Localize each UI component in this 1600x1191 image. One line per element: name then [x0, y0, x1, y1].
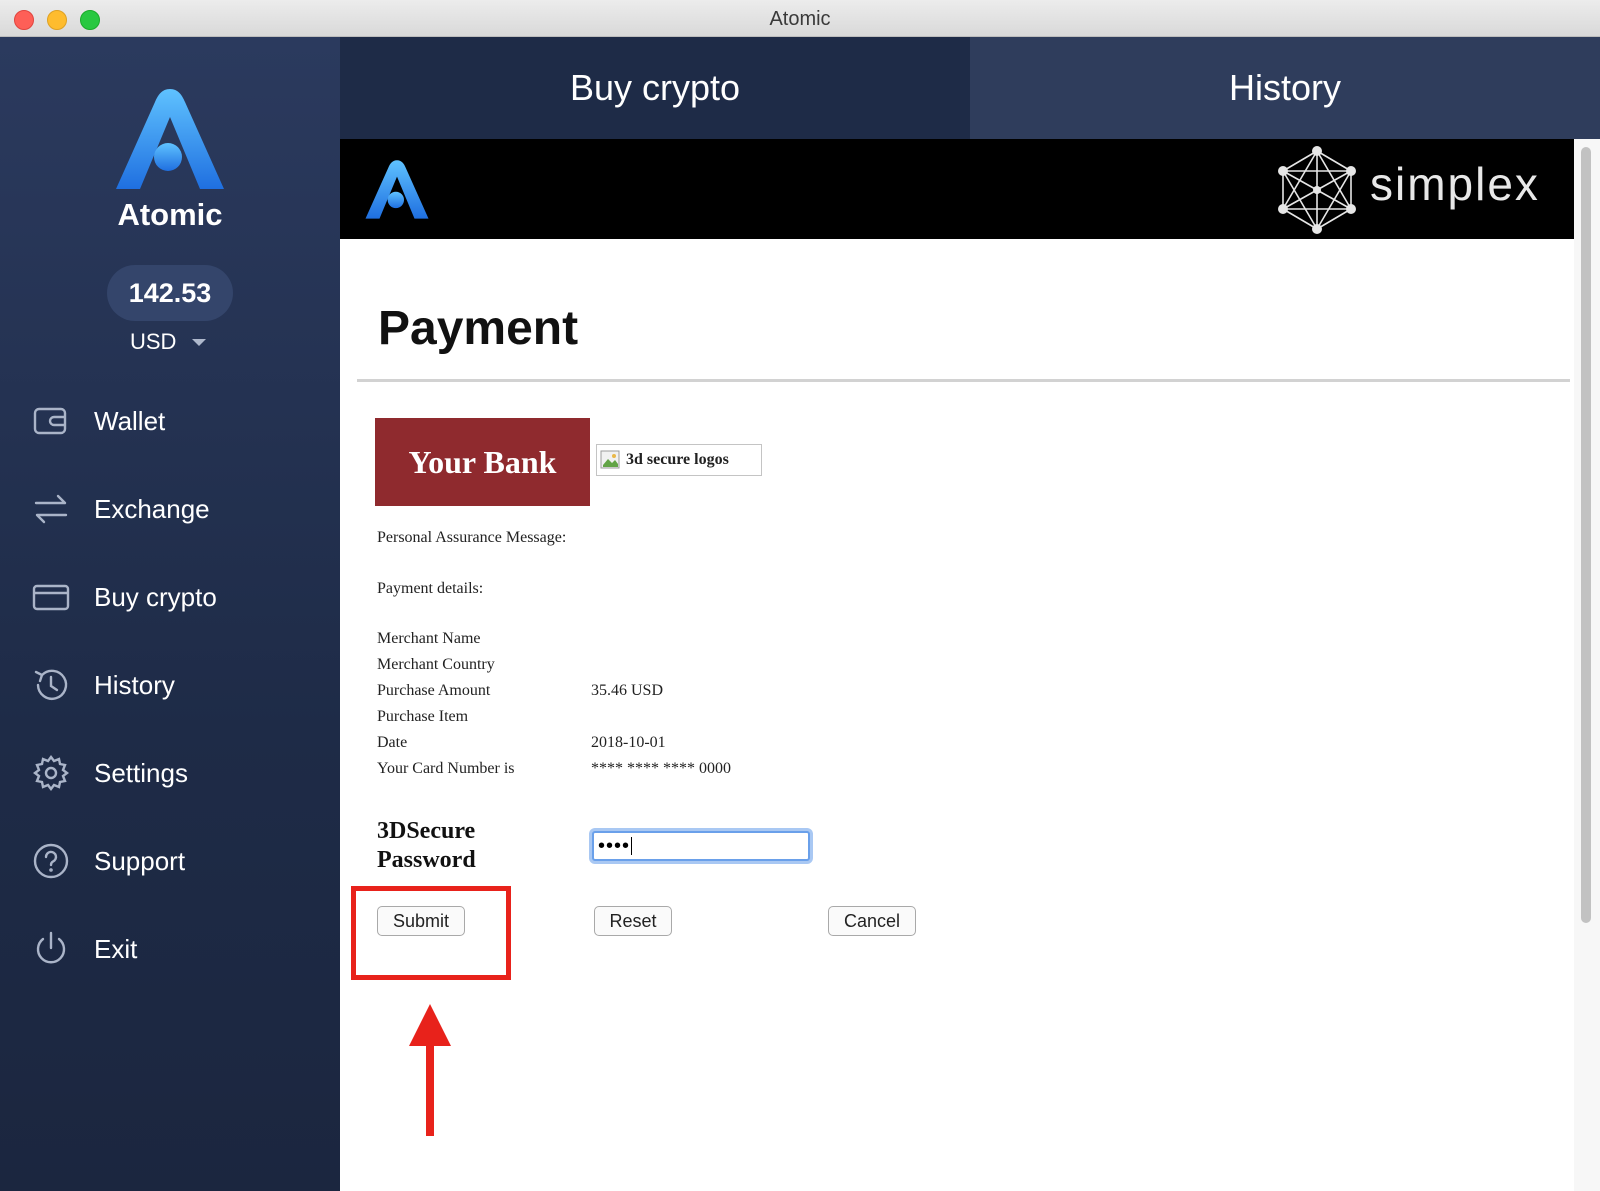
- password-label: 3DSecure Password: [377, 817, 476, 875]
- secure-logos-image: 3d secure logos: [596, 444, 762, 476]
- wallet-icon: [32, 402, 70, 440]
- history-icon: [32, 666, 70, 704]
- simplex-network-icon: [1272, 145, 1362, 235]
- sidebar-item-label: Exit: [94, 933, 138, 964]
- detail-value-card-number: **** **** **** 0000: [591, 760, 731, 777]
- sidebar-item-settings[interactable]: Settings: [0, 743, 340, 803]
- payment-details-label: Payment details:: [377, 580, 484, 597]
- scrollbar-thumb[interactable]: [1581, 147, 1591, 923]
- sidebar-item-history[interactable]: History: [0, 655, 340, 715]
- sidebar-item-exit[interactable]: Exit: [0, 919, 340, 979]
- annotation-arrow-up-icon: [407, 1004, 453, 1136]
- cancel-button[interactable]: Cancel: [828, 906, 916, 936]
- password-input[interactable]: ••••: [592, 831, 810, 861]
- currency-selector[interactable]: USD: [130, 327, 220, 357]
- currency-label: USD: [130, 329, 177, 354]
- password-label-line1: 3DSecure: [377, 818, 476, 844]
- broken-image-icon: [600, 450, 622, 470]
- sidebar-item-label: History: [94, 669, 175, 700]
- secure-logos-alt-text: 3d secure logos: [626, 451, 729, 468]
- atomic-logo-icon: [110, 85, 230, 195]
- sidebar: Atomic 142.53 USD Wallet Exchange Buy cr…: [0, 37, 340, 1191]
- tab-label: History: [1228, 67, 1341, 108]
- exchange-icon: [32, 490, 70, 528]
- sidebar-item-buy-crypto[interactable]: Buy crypto: [0, 567, 340, 627]
- text-cursor: [631, 837, 633, 855]
- gear-icon: [32, 754, 70, 792]
- page-title: Payment: [378, 302, 579, 355]
- sidebar-item-label: Wallet: [94, 405, 166, 436]
- sidebar-item-wallet[interactable]: Wallet: [0, 391, 340, 451]
- detail-value-purchase-amount: 35.46 USD: [591, 682, 664, 699]
- password-label-line2: Password: [377, 847, 476, 873]
- window-titlebar: Atomic: [0, 0, 1600, 37]
- password-value: ••••: [598, 834, 631, 857]
- tab-label: Buy crypto: [569, 67, 741, 108]
- reset-button[interactable]: Reset: [594, 906, 672, 936]
- divider: [357, 379, 1570, 382]
- payment-page: Payment Your Bank 3d secure logos Person…: [340, 239, 1574, 1191]
- bank-logo: Your Bank: [375, 418, 590, 506]
- detail-label-purchase-item: Purchase Item: [377, 708, 469, 725]
- annotation-highlight-box: [351, 886, 511, 980]
- pam-label: Personal Assurance Message:: [377, 529, 567, 546]
- tab-history[interactable]: History: [970, 37, 1600, 139]
- detail-label-purchase-amount: Purchase Amount: [377, 682, 491, 699]
- question-icon: [32, 842, 70, 880]
- detail-label-merchant-country: Merchant Country: [377, 656, 495, 673]
- sidebar-item-exchange[interactable]: Exchange: [0, 479, 340, 539]
- bank-logo-text: Your Bank: [408, 443, 557, 480]
- window-title: Atomic: [769, 8, 831, 30]
- detail-value-date: 2018-10-01: [591, 734, 666, 751]
- card-icon: [32, 578, 70, 616]
- simplex-logo-text: simplex: [1370, 158, 1540, 210]
- tab-buy-crypto[interactable]: Buy crypto: [340, 37, 970, 139]
- detail-label-card-number: Your Card Number is: [377, 760, 515, 777]
- sidebar-item-label: Settings: [94, 757, 188, 788]
- brand-name: Atomic: [117, 197, 223, 232]
- balance-value: 142.53: [128, 277, 212, 308]
- scrollbar[interactable]: [1574, 139, 1600, 1191]
- detail-label-date: Date: [377, 734, 408, 751]
- sidebar-item-label: Buy crypto: [94, 581, 217, 612]
- power-icon: [32, 930, 70, 968]
- sidebar-item-label: Support: [94, 845, 186, 876]
- sidebar-item-support[interactable]: Support: [0, 831, 340, 891]
- partner-banner: simplex: [340, 139, 1574, 239]
- balance-display[interactable]: 142.53: [107, 265, 233, 321]
- atomic-logo-icon: [362, 157, 432, 223]
- sidebar-item-label: Exchange: [94, 493, 210, 524]
- chevron-down-icon: [192, 338, 207, 346]
- detail-label-merchant-name: Merchant Name: [377, 630, 481, 647]
